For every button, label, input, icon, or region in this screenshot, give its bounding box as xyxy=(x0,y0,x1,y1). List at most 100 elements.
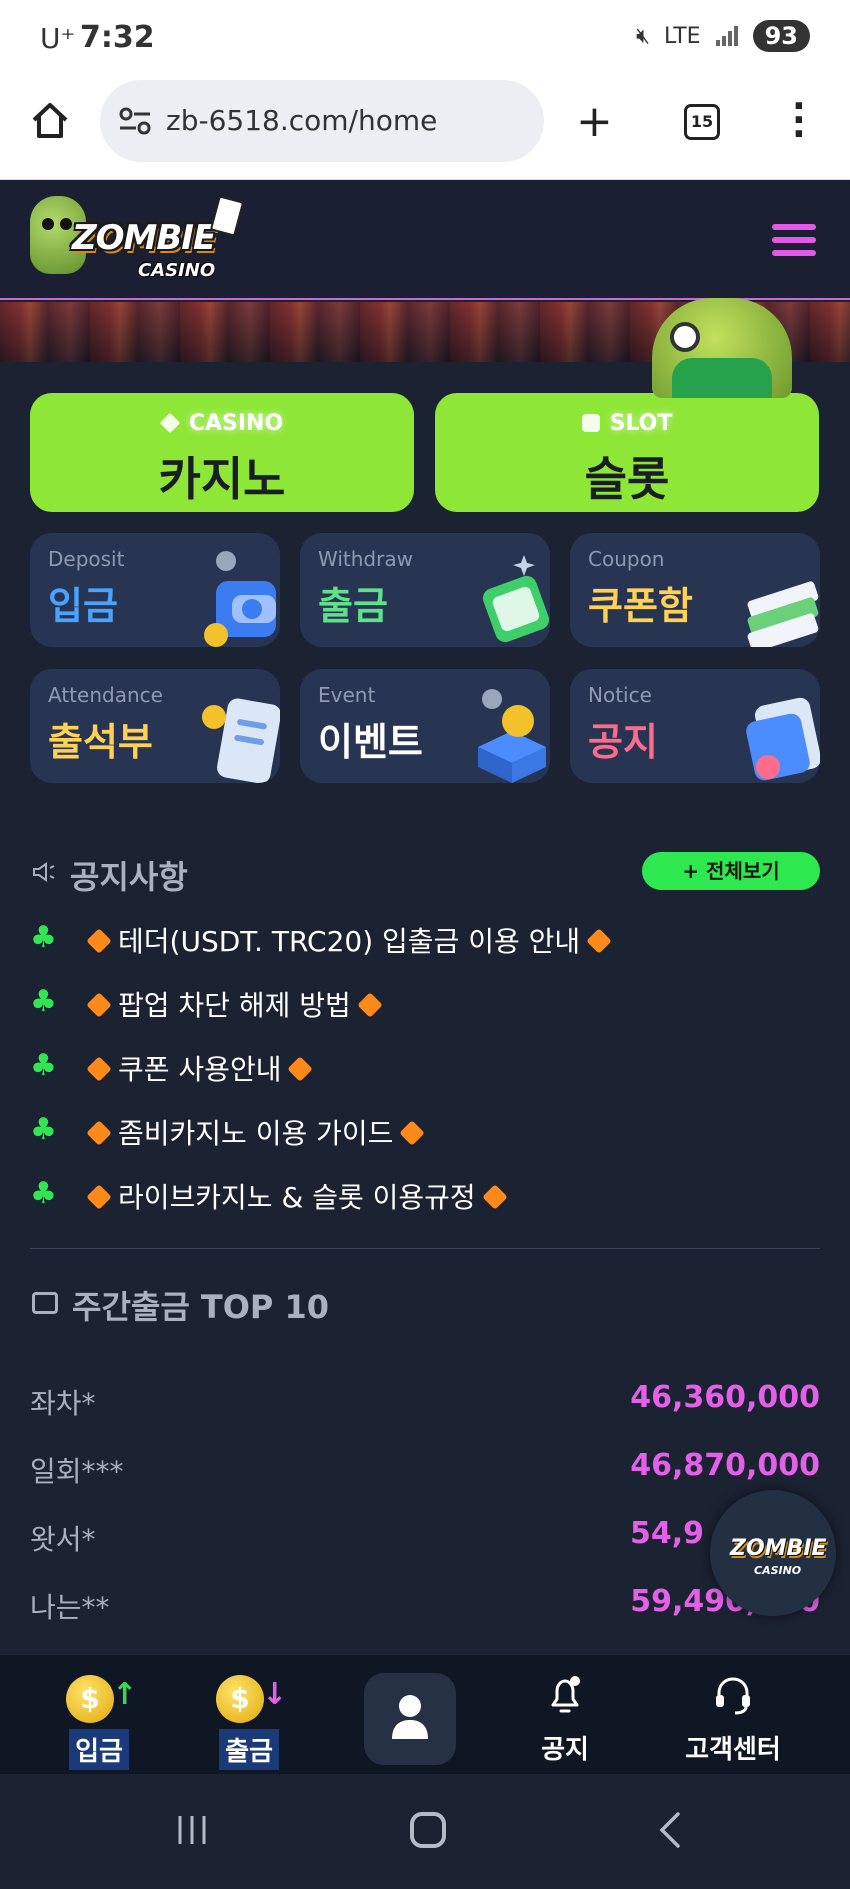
logo-subtext: CASINO xyxy=(138,260,216,281)
view-all-button[interactable]: + 전체보기 xyxy=(642,852,820,890)
banner-zombie-mascot xyxy=(652,298,792,398)
tile-ko-label: 출석부 xyxy=(48,720,153,764)
site-header: ZOMBIE CASINO xyxy=(0,180,850,300)
diamond-icon xyxy=(586,928,612,954)
withdraw-tile[interactable]: Withdraw 출금 xyxy=(300,533,550,647)
checklist-icon xyxy=(202,698,280,783)
new-tab-icon[interactable]: + xyxy=(576,96,613,147)
notice-item[interactable]: ♣ 좀비카지노 이용 가이드 xyxy=(30,1110,820,1150)
home-icon[interactable] xyxy=(28,98,72,142)
event-tile[interactable]: Event 이벤트 xyxy=(300,669,550,783)
weekly-top-title: 주간출금 TOP 10 xyxy=(72,1288,330,1326)
site-logo[interactable]: ZOMBIE CASINO xyxy=(30,195,245,286)
user-icon xyxy=(392,1695,428,1739)
notice-item[interactable]: ♣ 라이브카지노 & 슬롯 이용규정 xyxy=(30,1174,820,1214)
tile-ko-label: 출금 xyxy=(318,584,388,628)
nav-notice[interactable]: 공지 xyxy=(520,1655,610,1775)
notice-item-text: 팝업 차단 해제 방법 xyxy=(118,989,351,1022)
floating-logo-button[interactable]: ZOMBIE CASINO xyxy=(710,1490,836,1616)
wallet-coin-icon xyxy=(204,551,276,647)
nav-support-label: 고객센터 xyxy=(685,1735,781,1765)
ranking-row: 왓서* 54,9 xyxy=(30,1514,820,1556)
slot-label: 슬롯 xyxy=(584,452,670,506)
tile-ko-label: 이벤트 xyxy=(318,720,423,764)
floating-logo-subtext: CASINO xyxy=(754,1564,802,1577)
nav-withdraw[interactable]: $ ↓ 출금 xyxy=(204,1655,294,1775)
tile-ko-label: 쿠폰함 xyxy=(588,584,693,628)
diamond-icon xyxy=(86,928,112,954)
tab-switcher-button[interactable]: 15 xyxy=(684,104,720,140)
nav-withdraw-label: 출금 xyxy=(219,1729,279,1770)
deposit-tile[interactable]: Deposit 입금 xyxy=(30,533,280,647)
bottom-navigation: $ ↑ 입금 $ ↓ 출금 공지 고객센터 xyxy=(0,1654,850,1774)
playing-card-icon xyxy=(209,195,245,237)
url-text[interactable]: zb-6518.com/home xyxy=(166,104,437,137)
notice-item-text: 테더(USDT. TRC20) 입출금 이용 안내 xyxy=(118,925,581,958)
casino-label: 카지노 xyxy=(158,452,286,506)
diamond-icon xyxy=(159,412,181,434)
page: U⁺ 7:32 🔇︎ LTE 93 zb-6518.com/home + 15 … xyxy=(0,0,850,1889)
club-icon: ♣ xyxy=(30,1112,57,1147)
diamond-icon xyxy=(86,992,112,1018)
nav-deposit-label: 입금 xyxy=(69,1729,129,1770)
ranking-name: 일회*** xyxy=(30,1455,124,1488)
club-icon: ♣ xyxy=(30,920,57,955)
address-bar[interactable]: zb-6518.com/home xyxy=(100,80,544,162)
floating-logo-text: ZOMBIE xyxy=(730,1536,827,1561)
diamond-icon xyxy=(357,992,383,1018)
diamond-icon xyxy=(399,1120,426,1146)
nav-deposit[interactable]: $ ↑ 입금 xyxy=(54,1655,144,1775)
diamond-icon xyxy=(86,1184,112,1210)
arrow-down-icon: ↓ xyxy=(262,1677,288,1712)
notice-item[interactable]: ♣ 팝업 차단 해제 방법 xyxy=(30,982,820,1022)
diamond-icon xyxy=(86,1120,112,1146)
tile-en-label: Withdraw xyxy=(318,547,413,571)
casino-button[interactable]: CASINO 카지노 xyxy=(30,393,414,512)
bell-icon xyxy=(551,1676,580,1713)
ranking-name: 왓서* xyxy=(30,1523,96,1556)
slot-button[interactable]: SLOT 슬롯 xyxy=(435,393,819,512)
clock: 7:32 xyxy=(80,20,155,55)
ranking-row: 나는** 59,490,000 xyxy=(30,1582,820,1624)
ranking-name: 좌차* xyxy=(30,1387,96,1420)
gift-box-icon xyxy=(478,689,546,783)
tile-ko-label: 공지 xyxy=(588,720,658,764)
notice-item[interactable]: ♣ 테더(USDT. TRC20) 입출금 이용 안내 xyxy=(30,918,820,958)
tile-en-label: Coupon xyxy=(588,547,665,571)
notice-item[interactable]: ♣ 쿠폰 사용안내 xyxy=(30,1046,820,1086)
tile-en-label: Notice xyxy=(588,683,652,707)
headset-icon xyxy=(716,1677,750,1715)
mute-icon: 🔇︎ xyxy=(636,23,651,49)
recent-apps-icon[interactable] xyxy=(174,1814,210,1846)
network-label: LTE xyxy=(664,23,701,49)
cash-stack-icon xyxy=(482,555,550,643)
back-icon[interactable] xyxy=(654,1812,686,1848)
browser-toolbar: zb-6518.com/home + 15 · · · xyxy=(0,78,850,180)
notice-section-title: 공지사항 xyxy=(70,858,188,896)
coin-icon: $ xyxy=(66,1675,114,1723)
slot-en-label: SLOT xyxy=(609,411,673,436)
system-navigation-bar xyxy=(0,1774,850,1889)
nav-profile-button[interactable] xyxy=(364,1673,456,1765)
site-settings-icon[interactable] xyxy=(118,106,152,136)
ranking-amount: 54,9 xyxy=(629,1516,704,1551)
system-home-icon[interactable] xyxy=(410,1812,446,1848)
ranking-row: 일회*** 46,870,000 xyxy=(30,1446,820,1488)
notice-item-text: 쿠폰 사용안내 xyxy=(118,1053,282,1086)
slot-seven-icon xyxy=(581,414,600,432)
menu-icon[interactable] xyxy=(772,224,816,256)
signal-icon xyxy=(715,26,738,46)
wallet-icon xyxy=(32,1292,58,1314)
ranking-amount: 46,870,000 xyxy=(630,1448,820,1483)
notice-tile[interactable]: Notice 공지 xyxy=(570,669,820,783)
more-options-icon[interactable]: · · · xyxy=(792,89,806,153)
nav-support[interactable]: 고객센터 xyxy=(668,1655,798,1775)
nav-notice-label: 공지 xyxy=(541,1735,589,1765)
casino-en-label: CASINO xyxy=(188,411,284,436)
tile-en-label: Deposit xyxy=(48,547,125,571)
section-divider xyxy=(30,1248,820,1249)
coupon-tile[interactable]: Coupon 쿠폰함 xyxy=(570,533,820,647)
battery-indicator: 93 xyxy=(752,20,810,52)
attendance-tile[interactable]: Attendance 출석부 xyxy=(30,669,280,783)
diamond-icon xyxy=(287,1056,314,1082)
